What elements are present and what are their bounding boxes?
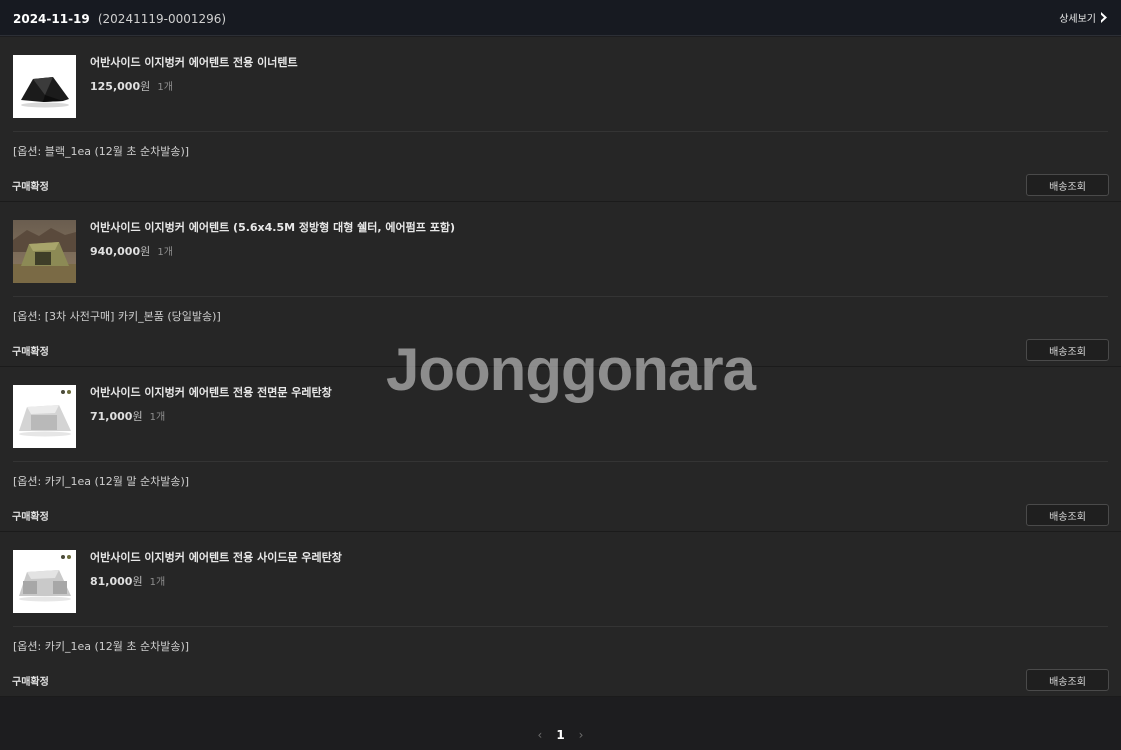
item-divider: [13, 461, 1108, 462]
item-divider: [13, 131, 1108, 132]
price-line: 940,000원 1개: [90, 240, 173, 259]
front-window-image: [13, 385, 76, 448]
page-number-current[interactable]: 1: [556, 728, 564, 742]
product-option: [옵션: 블랙_1ea (12월 초 순차발송)]: [13, 145, 190, 158]
order-date: 2024-11-19: [13, 12, 90, 26]
product-name[interactable]: 어반사이드 이지벙커 에어텐트 전용 전면문 우레탄창: [90, 384, 332, 400]
order-item: 어반사이드 이지벙커 에어텐트 전용 사이드문 우레탄창 81,000원 1개 …: [0, 532, 1121, 697]
product-quantity: 1개: [149, 412, 166, 423]
product-quantity: 1개: [157, 247, 173, 258]
track-delivery-button[interactable]: 배송조회: [1026, 339, 1109, 361]
order-status: 구매확정: [12, 182, 49, 193]
order-header: 2024-11-19 (20241119-0001296) 상세보기: [0, 0, 1121, 36]
air-tent-image: [13, 220, 76, 283]
order-detail-page: 2024-11-19 (20241119-0001296) 상세보기 어반사이드…: [0, 0, 1121, 750]
currency-unit: 원: [132, 410, 143, 423]
detail-view-label: 상세보기: [1059, 14, 1096, 25]
order-info: 2024-11-19 (20241119-0001296): [13, 8, 226, 27]
price-line: 71,000원 1개: [90, 405, 165, 424]
order-item: 어반사이드 이지벙커 에어텐트 전용 이너텐트 125,000원 1개 [옵션:…: [0, 37, 1121, 202]
product-name[interactable]: 어반사이드 이지벙커 에어텐트 전용 이너텐트: [90, 54, 298, 70]
product-price: 940,000: [90, 245, 141, 258]
product-price: 71,000: [90, 410, 133, 423]
order-item: 어반사이드 이지벙커 에어텐트 전용 전면문 우레탄창 71,000원 1개 […: [0, 367, 1121, 532]
prev-page-button[interactable]: ‹: [538, 728, 543, 742]
product-price: 81,000: [90, 575, 133, 588]
product-name[interactable]: 어반사이드 이지벙커 에어텐트 (5.6x4.5M 정방형 대형 쉘터, 에어펌…: [90, 219, 455, 235]
product-quantity: 1개: [149, 577, 166, 588]
product-quantity: 1개: [157, 82, 173, 93]
order-item-list: 어반사이드 이지벙커 에어텐트 전용 이너텐트 125,000원 1개 [옵션:…: [0, 37, 1121, 697]
order-item: 어반사이드 이지벙커 에어텐트 (5.6x4.5M 정방형 대형 쉘터, 에어펌…: [0, 202, 1121, 367]
product-option: [옵션: 카키_1ea (12월 초 순차발송)]: [13, 640, 190, 653]
inner-tent-image: [13, 55, 76, 118]
product-thumbnail[interactable]: [13, 385, 76, 448]
track-delivery-button[interactable]: 배송조회: [1026, 174, 1109, 196]
detail-view-link[interactable]: 상세보기: [1059, 10, 1108, 25]
product-name[interactable]: 어반사이드 이지벙커 에어텐트 전용 사이드문 우레탄창: [90, 549, 342, 565]
track-delivery-button[interactable]: 배송조회: [1026, 504, 1109, 526]
item-divider: [13, 626, 1108, 627]
order-status: 구매확정: [12, 347, 49, 358]
side-window-image: [13, 550, 76, 613]
track-delivery-button[interactable]: 배송조회: [1026, 669, 1109, 691]
next-page-button[interactable]: ›: [579, 728, 584, 742]
order-number: (20241119-0001296): [97, 12, 227, 26]
product-option: [옵션: 카키_1ea (12월 말 순차발송)]: [13, 475, 190, 488]
product-thumbnail[interactable]: [13, 220, 76, 283]
order-status: 구매확정: [12, 512, 49, 523]
product-price: 125,000: [90, 80, 141, 93]
pagination: ‹ 1 ›: [0, 724, 1121, 746]
item-divider: [13, 296, 1108, 297]
product-option: [옵션: [3차 사전구매] 카키_본품 (당일발송)]: [13, 310, 221, 323]
price-line: 81,000원 1개: [90, 570, 165, 589]
currency-unit: 원: [140, 80, 151, 93]
chevron-right-icon: [1101, 12, 1107, 23]
currency-unit: 원: [132, 575, 143, 588]
currency-unit: 원: [140, 245, 151, 258]
product-thumbnail[interactable]: [13, 55, 76, 118]
product-thumbnail[interactable]: [13, 550, 76, 613]
price-line: 125,000원 1개: [90, 75, 173, 94]
order-status: 구매확정: [12, 677, 49, 688]
